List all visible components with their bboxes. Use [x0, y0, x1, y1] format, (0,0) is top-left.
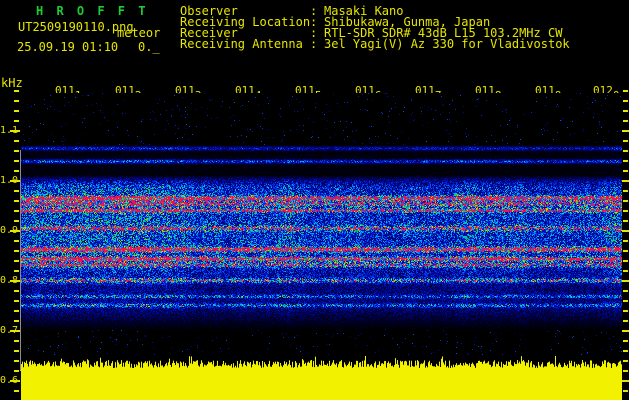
freq-minor-tick — [14, 320, 19, 322]
freq-minor-tick — [14, 360, 19, 362]
freq-minor-tick — [623, 100, 628, 102]
app-title: H R O F F T — [36, 4, 149, 18]
freq-minor-tick — [14, 120, 19, 122]
freq-minor-tick — [623, 360, 628, 362]
freq-minor-tick — [623, 300, 628, 302]
freq-minor-tick — [14, 270, 19, 272]
freq-minor-tick — [623, 140, 628, 142]
field-colon: : — [310, 37, 318, 51]
freq-minor-tick — [623, 310, 628, 312]
freq-major-tick — [10, 280, 20, 282]
freq-minor-tick — [623, 340, 628, 342]
freq-minor-tick — [14, 340, 19, 342]
freq-minor-tick — [623, 350, 628, 352]
axis-vertical-line — [20, 150, 21, 371]
freq-minor-tick — [623, 210, 628, 212]
freq-minor-tick — [623, 200, 628, 202]
field-label: Receiving Antenna — [180, 37, 303, 51]
freq-minor-tick — [623, 320, 628, 322]
field-value: 3el Yagi(V) Az 330 for Vladivostok — [324, 37, 570, 51]
spectrogram-canvas — [21, 93, 622, 371]
freq-minor-tick — [623, 120, 628, 122]
freq-minor-tick — [623, 290, 628, 292]
freq-minor-tick — [14, 200, 19, 202]
counter-label: 0._ — [138, 40, 160, 54]
freq-minor-tick — [623, 370, 628, 372]
freq-minor-tick — [623, 150, 628, 152]
hrofft-screen: H R O F F T UT2509190110.png meteor 25.0… — [0, 0, 629, 400]
freq-minor-tick — [14, 250, 19, 252]
freq-minor-tick — [14, 160, 19, 162]
khz-axis-label: kHz — [1, 76, 23, 90]
freq-minor-tick — [623, 160, 628, 162]
freq-major-tick — [10, 130, 20, 132]
freq-minor-tick — [14, 190, 19, 192]
freq-minor-tick — [623, 220, 628, 222]
freq-minor-tick — [14, 240, 19, 242]
freq-minor-tick — [14, 300, 19, 302]
signal-meter-canvas — [21, 355, 622, 400]
freq-minor-tick — [14, 370, 19, 372]
freq-minor-tick — [14, 140, 19, 142]
freq-minor-tick — [623, 170, 628, 172]
freq-major-tick — [10, 180, 20, 182]
freq-minor-tick — [623, 240, 628, 242]
freq-major-tick — [10, 330, 20, 332]
freq-minor-tick — [623, 110, 628, 112]
freq-major-tick — [10, 230, 20, 232]
freq-minor-tick — [14, 390, 19, 392]
freq-minor-tick — [14, 100, 19, 102]
freq-minor-tick — [623, 270, 628, 272]
freq-minor-tick — [623, 190, 628, 192]
freq-minor-tick — [14, 90, 19, 92]
freq-minor-tick — [14, 170, 19, 172]
freq-minor-tick — [14, 150, 19, 152]
freq-minor-tick — [14, 350, 19, 352]
freq-minor-tick — [14, 220, 19, 222]
freq-minor-tick — [623, 90, 628, 92]
freq-minor-tick — [14, 310, 19, 312]
freq-major-tick — [10, 380, 20, 382]
freq-minor-tick — [14, 210, 19, 212]
datetime-label: 25.09.19 01:10 — [17, 40, 119, 54]
freq-minor-tick — [623, 260, 628, 262]
freq-minor-tick — [14, 110, 19, 112]
freq-minor-tick — [623, 250, 628, 252]
freq-minor-tick — [14, 290, 19, 292]
meteor-label: meteor — [117, 26, 161, 40]
freq-minor-tick — [14, 260, 19, 262]
freq-minor-tick — [623, 390, 628, 392]
